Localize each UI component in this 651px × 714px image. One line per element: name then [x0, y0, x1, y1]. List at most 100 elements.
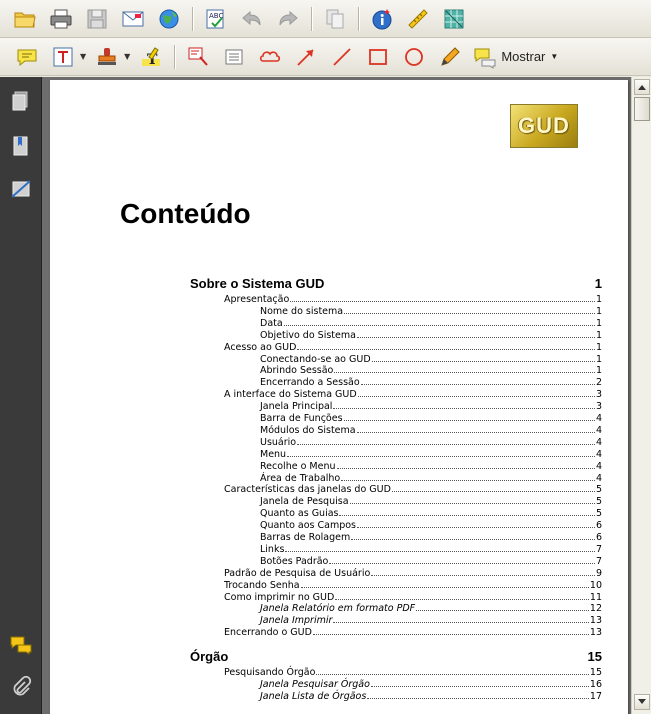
toc-page-number: 10	[589, 579, 602, 591]
pages-panel-icon[interactable]	[7, 87, 35, 115]
email-icon[interactable]	[118, 4, 148, 34]
text-box-icon[interactable]	[219, 42, 249, 72]
toc-entry[interactable]: Recolhe o Menu 4	[260, 461, 602, 473]
toc-entry[interactable]: Pesquisando Órgão 15	[224, 667, 602, 679]
stamp-icon[interactable]	[92, 42, 122, 72]
scroll-up-arrow[interactable]	[634, 79, 650, 95]
document-info-icon[interactable]	[367, 4, 397, 34]
print-icon[interactable]	[46, 4, 76, 34]
toc-entry[interactable]: Nome do sistema 1	[260, 306, 602, 318]
toc-entry[interactable]: Apresentação 1	[224, 294, 602, 306]
toc-entry[interactable]: Barra de Funções 4	[260, 413, 602, 425]
callout-icon[interactable]	[183, 42, 213, 72]
toc-leader-dots	[297, 348, 595, 350]
show-comments-menu[interactable]: Mostrar ▼	[473, 45, 558, 69]
open-folder-icon[interactable]	[10, 4, 40, 34]
toc-entry[interactable]: Área de Trabalho 4	[260, 473, 602, 485]
table-of-contents: Sobre o Sistema GUD 1 Apresentação 1 Nome do…	[50, 80, 628, 714]
toc-entry[interactable]: Barras de Rolagem 6	[260, 532, 602, 544]
toc-entry[interactable]: Data 1	[260, 318, 602, 330]
toc-entry-label: A interface do Sistema GUD	[224, 389, 357, 401]
toc-leader-dots	[316, 674, 589, 676]
toc-entry[interactable]: Trocando Senha 10	[224, 580, 602, 592]
sticky-note-icon[interactable]	[12, 42, 42, 72]
file-toolbar: ABC	[0, 0, 651, 38]
toc-entry[interactable]: Conectando-se ao GUD 1	[260, 354, 602, 366]
arrow-tool-icon[interactable]	[291, 42, 321, 72]
toc-entry-label: Menu	[260, 448, 287, 460]
toc-entry[interactable]: Janela Relatório em formato PDF 12	[260, 603, 602, 615]
toc-entry[interactable]: A interface do Sistema GUD 3	[224, 389, 602, 401]
comments-panel-icon[interactable]	[7, 631, 35, 659]
undo-icon[interactable]	[237, 4, 267, 34]
toc-page-number: 9	[595, 567, 602, 579]
toc-entry-label: Quanto as Guias	[260, 508, 339, 520]
toc-entry[interactable]: Padrão de Pesquisa de Usuário 9	[224, 568, 602, 580]
cloud-shape-icon[interactable]	[255, 42, 285, 72]
toc-leader-dots	[360, 384, 595, 386]
oval-tool-icon[interactable]	[399, 42, 429, 72]
pencil-tool-icon[interactable]	[435, 42, 465, 72]
toc-entry[interactable]: Acesso ao GUD 1	[224, 342, 602, 354]
text-edit-icon[interactable]	[48, 42, 78, 72]
toc-entry[interactable]: Janela Imprimir 13	[260, 615, 602, 627]
document-view[interactable]: GUD Conteúdo Sobre o Sistema GUD 1 Apresen…	[42, 77, 631, 714]
web-globe-icon[interactable]	[154, 4, 184, 34]
toc-leader-dots	[287, 455, 595, 457]
stamp-dropdown-arrow[interactable]: ▼	[124, 52, 130, 61]
toc-entry-label: Janela Lista de Órgãos	[260, 690, 367, 702]
toc-entry[interactable]: Botões Padrão 7	[260, 556, 602, 568]
copy-pages-icon[interactable]	[320, 4, 350, 34]
toc-page-number: 16	[589, 679, 602, 690]
toc-entry[interactable]: Janela de Pesquisa 5	[260, 496, 602, 508]
rectangle-tool-icon[interactable]	[363, 42, 393, 72]
toc-entry[interactable]: Quanto as Guias 5	[260, 508, 602, 520]
toolbar-separator	[358, 6, 359, 31]
toc-entry[interactable]: Janela Principal 3	[260, 401, 602, 413]
bookmarks-panel-icon[interactable]	[7, 132, 35, 160]
toc-entry[interactable]: Usuário 4	[260, 437, 602, 449]
toc-leader-dots	[297, 443, 595, 445]
toc-entry[interactable]: Janela Lista de Órgãos 17	[260, 691, 602, 703]
toc-entry[interactable]: Menu 4	[260, 449, 602, 461]
toc-entry[interactable]: Como imprimir no GUD 11	[224, 592, 602, 604]
save-icon[interactable]	[82, 4, 112, 34]
toc-leader-dots	[349, 503, 595, 505]
grid-icon[interactable]	[439, 4, 469, 34]
toc-entry[interactable]: Objetivo do Sistema 1	[260, 330, 602, 342]
toc-entry[interactable]: Encerrando a Sessão 2	[260, 377, 602, 389]
highlight-text-icon[interactable]: T	[136, 42, 166, 72]
toc-entry-label: Janela de Pesquisa	[260, 496, 349, 508]
show-comments-label: Mostrar	[501, 49, 546, 64]
toc-page-number: 4	[595, 472, 602, 484]
toc-entry-label: Janela Pesquisar Órgão	[260, 679, 370, 690]
attachments-paperclip-icon[interactable]	[7, 673, 35, 701]
toc-page-number: 4	[595, 424, 602, 436]
scroll-down-arrow[interactable]	[634, 694, 650, 710]
line-tool-icon[interactable]	[327, 42, 357, 72]
toc-entry[interactable]: Módulos do Sistema 4	[260, 425, 602, 437]
toc-entry[interactable]: Características das janelas do GUD 5	[224, 484, 602, 496]
vertical-scrollbar[interactable]	[631, 77, 651, 714]
toc-entry[interactable]: Janela Pesquisar Órgão 16	[260, 679, 602, 691]
text-edit-dropdown-arrow[interactable]: ▼	[80, 52, 86, 61]
toc-leader-dots	[312, 634, 589, 636]
scroll-thumb[interactable]	[634, 97, 650, 121]
toc-page-number: 6	[595, 520, 602, 532]
ruler-icon[interactable]	[403, 4, 433, 34]
toc-entry[interactable]: Encerrando o GUD 13	[224, 627, 602, 639]
toc-entry[interactable]: Quanto aos Campos 6	[260, 520, 602, 532]
redo-icon[interactable]	[273, 4, 303, 34]
toc-entry-label: Trocando Senha	[224, 579, 300, 591]
signatures-panel-icon[interactable]	[7, 175, 35, 203]
spellcheck-icon[interactable]: ABC	[201, 4, 231, 34]
toc-entry[interactable]: Abrindo Sessão 1	[260, 365, 602, 377]
toc-chapter[interactable]: Sobre o Sistema GUD 1	[190, 276, 602, 292]
toc-entry[interactable]: Links 7	[260, 544, 602, 556]
toc-leader-dots	[329, 562, 595, 564]
toc-chapter[interactable]: Órgão 15	[190, 649, 602, 665]
toc-leader-dots	[333, 408, 595, 410]
comments-icon	[474, 48, 496, 69]
toc-leader-dots	[335, 598, 589, 600]
toc-leader-dots	[333, 622, 589, 624]
